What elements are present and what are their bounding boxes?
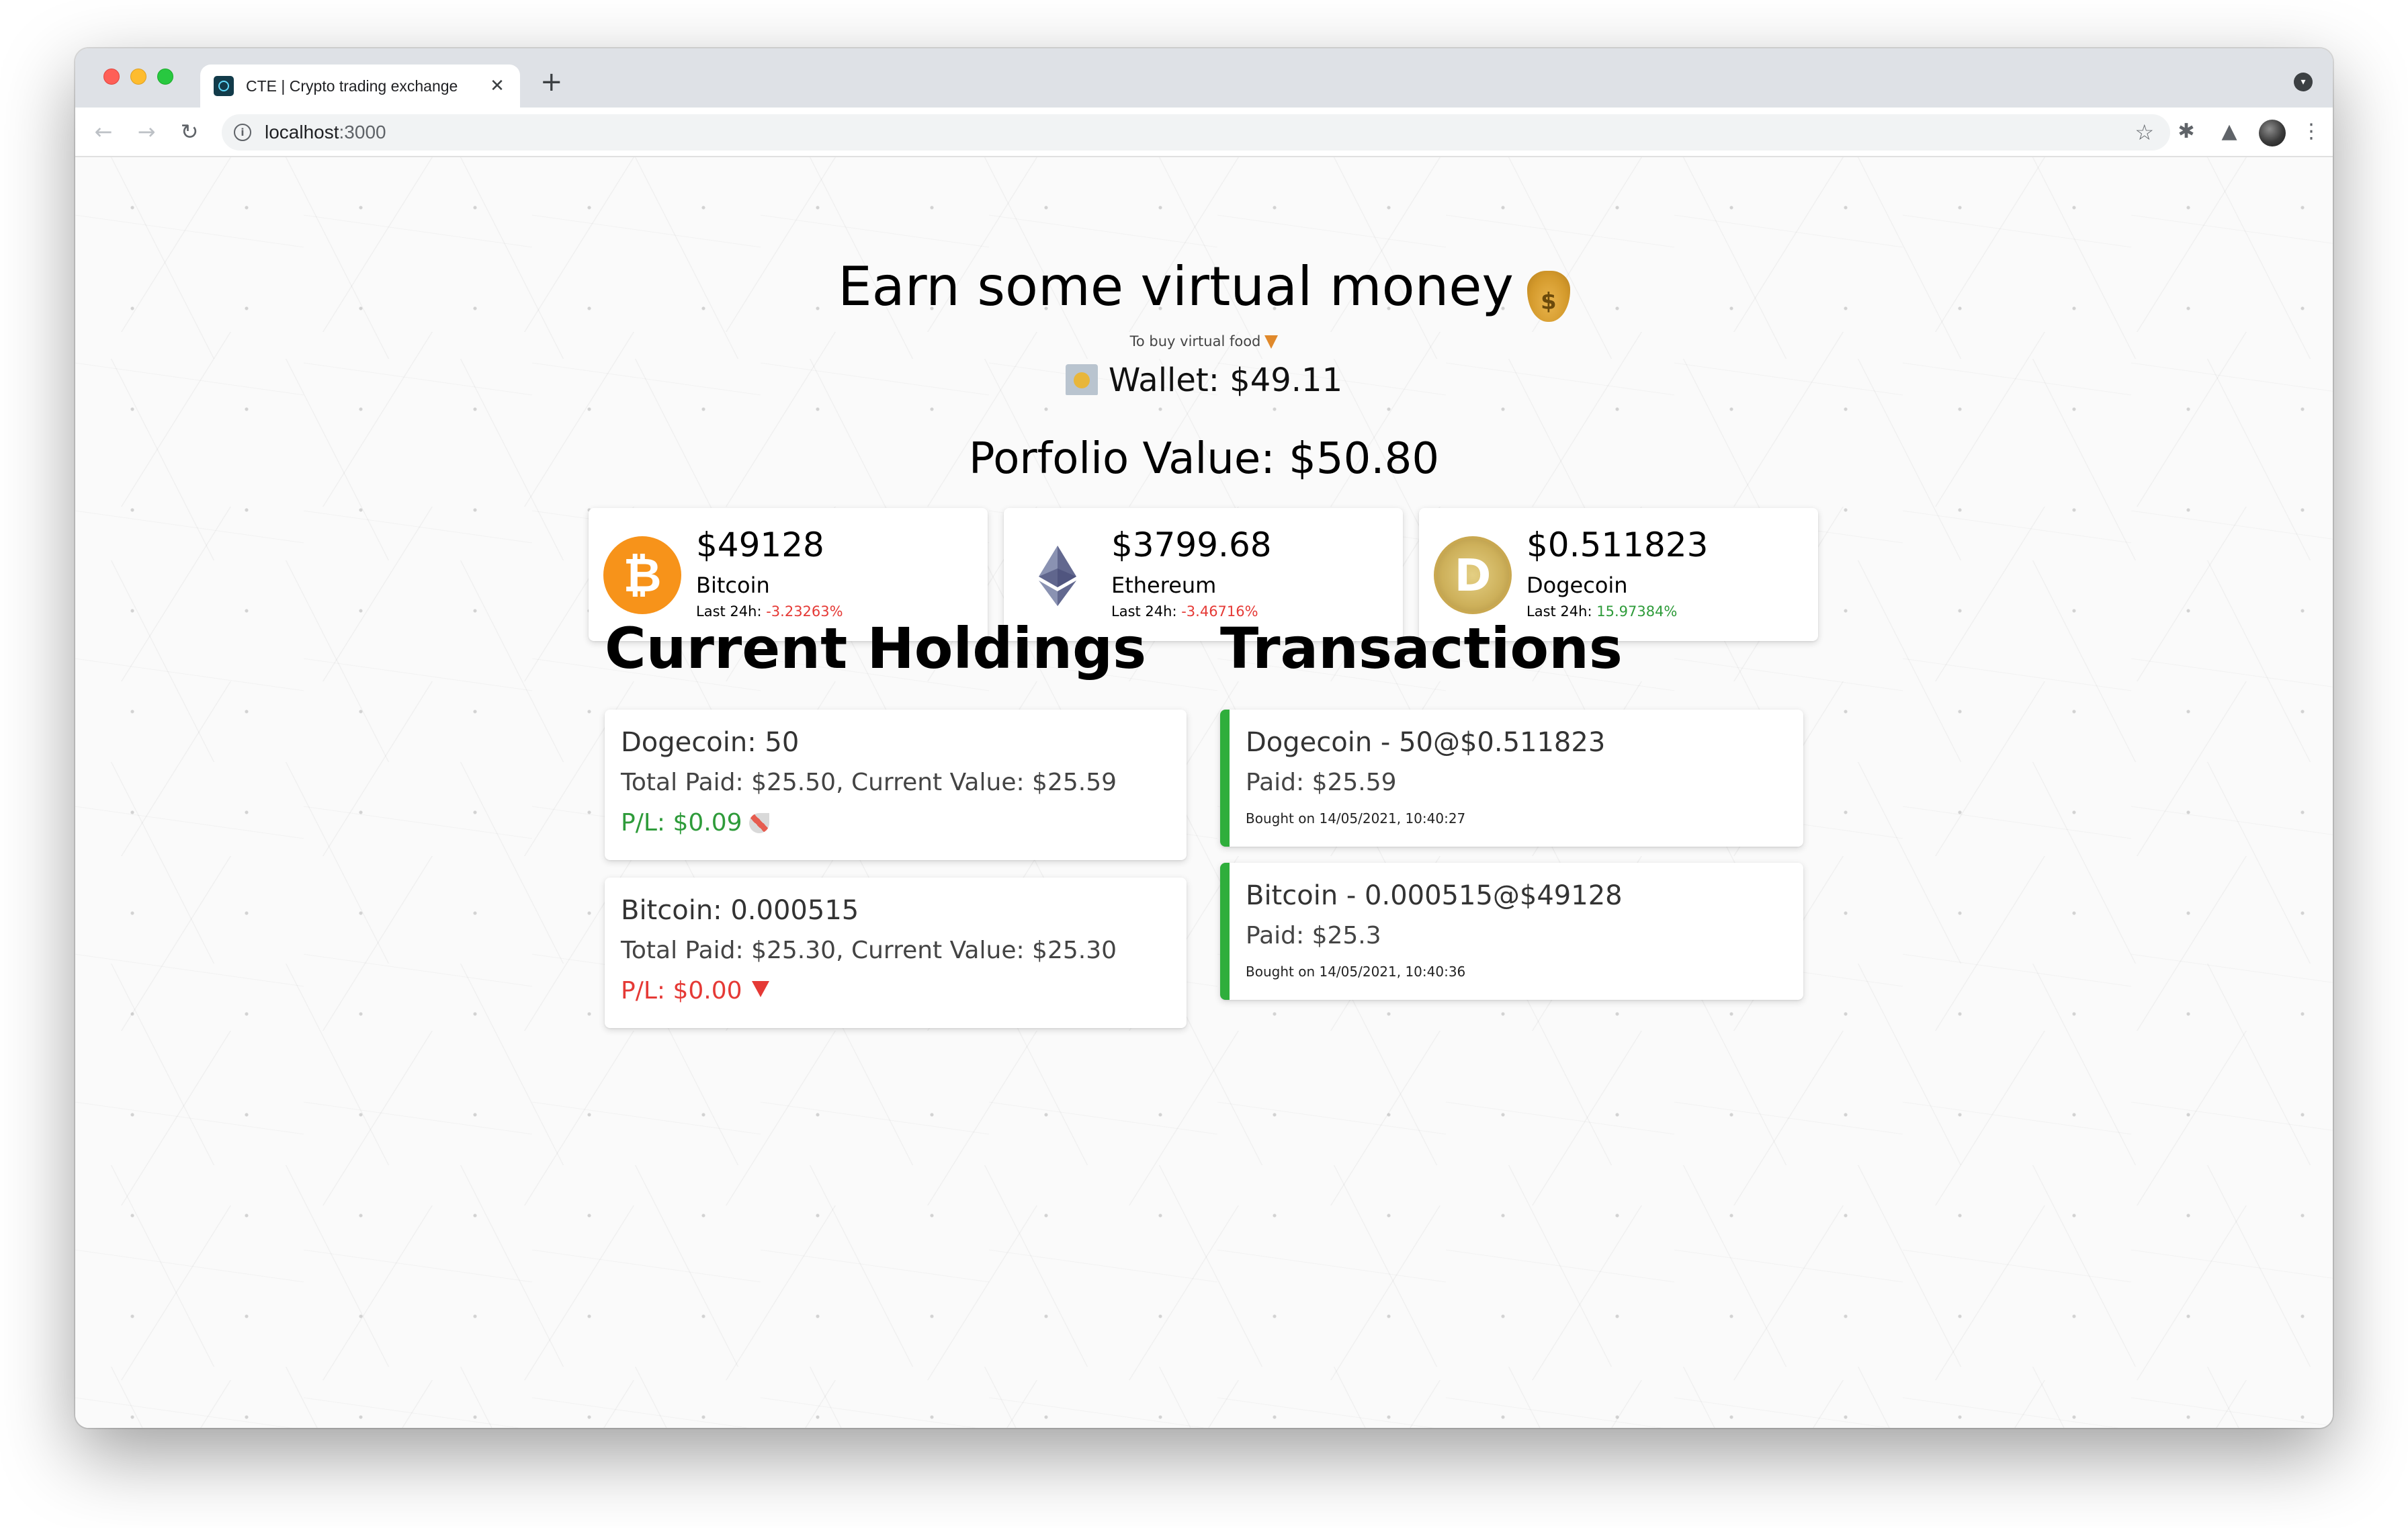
holding-detail: Total Paid: $25.30, Current Value: $25.3… <box>621 937 1117 964</box>
pizza-icon <box>1264 335 1279 349</box>
reload-icon[interactable]: ↻ <box>175 117 204 146</box>
dogecoin-logo-icon: D <box>1434 536 1512 614</box>
page-title: Earn some virtual money $ <box>75 255 2333 322</box>
page-title-text: Earn some virtual money <box>838 255 1514 318</box>
url-text: localhost:3000 <box>265 122 386 143</box>
bank-icon <box>1065 364 1098 395</box>
close-window-button[interactable] <box>103 69 120 85</box>
coin-name: Dogecoin <box>1526 572 1628 598</box>
browser-menu-icon[interactable]: ⋮ <box>2296 117 2326 146</box>
transactions-title: Transactions <box>1220 616 1623 681</box>
extensions-icon[interactable]: ✱ <box>2172 117 2201 146</box>
pl-text: P/L: $0.09 <box>621 809 742 837</box>
browser-window: CTE | Crypto trading exchange ✕ + ▾ ← → … <box>75 48 2333 1428</box>
wallet-text: Wallet: $49.11 <box>1108 362 1343 399</box>
coin-price: $3799.68 <box>1111 525 1272 564</box>
maximize-window-button[interactable] <box>157 69 173 85</box>
labs-flask-icon[interactable]: ▲ <box>2214 117 2244 146</box>
minimize-window-button[interactable] <box>130 69 146 85</box>
bookmark-star-icon[interactable]: ☆ <box>2135 120 2154 145</box>
holding-pl: P/L: $0.00 <box>621 977 769 1005</box>
holdings-title: Current Holdings <box>605 616 1147 681</box>
holding-card: Bitcoin: 0.000515 Total Paid: $25.30, Cu… <box>605 878 1187 1028</box>
browser-toolbar: ← → ↻ i localhost:3000 ☆ ✱ ▲ ⋮ <box>75 108 2333 157</box>
transaction-paid: Paid: $25.3 <box>1246 922 1381 949</box>
browser-tab[interactable]: CTE | Crypto trading exchange ✕ <box>200 65 520 108</box>
address-bar[interactable]: i localhost:3000 ☆ <box>222 114 2170 151</box>
tab-close-icon[interactable]: ✕ <box>488 76 507 96</box>
bitcoin-logo-icon: ₿ <box>603 536 681 614</box>
coin-name: Bitcoin <box>696 572 770 598</box>
tab-title: CTE | Crypto trading exchange <box>246 77 458 95</box>
holding-title: Bitcoin: 0.000515 <box>621 895 859 926</box>
transaction-title: Bitcoin - 0.000515@$49128 <box>1246 880 1623 911</box>
back-icon[interactable]: ← <box>89 117 118 146</box>
holding-title: Dogecoin: 50 <box>621 727 800 758</box>
transaction-date: Bought on 14/05/2021, 10:40:36 <box>1246 964 1466 980</box>
transaction-card: Dogecoin - 50@$0.511823 Paid: $25.59 Bou… <box>1220 710 1803 847</box>
money-bag-icon: $ <box>1526 271 1570 322</box>
url-port: :3000 <box>339 122 386 142</box>
new-tab-button[interactable]: + <box>540 69 563 95</box>
tab-search-icon[interactable]: ▾ <box>2294 73 2313 91</box>
favicon-icon <box>214 76 234 96</box>
forward-icon[interactable]: → <box>132 117 161 146</box>
portfolio-value: Porfolio Value: $50.80 <box>968 434 1440 484</box>
ethereum-logo-icon <box>1039 546 1076 606</box>
title-bar: CTE | Crypto trading exchange ✕ + ▾ <box>75 48 2333 108</box>
page-subtitle: To buy virtual food <box>75 333 2333 349</box>
holding-card: Dogecoin: 50 Total Paid: $25.50, Current… <box>605 710 1187 860</box>
wallet-balance: Wallet: $49.11 <box>75 362 2333 399</box>
holding-pl: P/L: $0.09 <box>621 809 769 837</box>
pl-text: P/L: $0.00 <box>621 977 742 1005</box>
page-content: Earn some virtual money $ To buy virtual … <box>75 157 2333 1428</box>
transaction-title: Dogecoin - 50@$0.511823 <box>1246 727 1606 758</box>
site-info-icon[interactable]: i <box>234 124 251 141</box>
profile-avatar[interactable] <box>2259 120 2286 146</box>
transaction-paid: Paid: $25.59 <box>1246 769 1397 796</box>
rocket-icon <box>748 813 769 833</box>
subtitle-text: To buy virtual food <box>1129 333 1261 349</box>
coin-price: $0.511823 <box>1526 525 1709 564</box>
coin-price: $49128 <box>696 525 824 564</box>
holding-detail: Total Paid: $25.50, Current Value: $25.5… <box>621 769 1117 796</box>
transaction-date: Bought on 14/05/2021, 10:40:27 <box>1246 810 1466 826</box>
url-host: localhost <box>265 122 339 142</box>
red-triangle-down-icon <box>751 981 769 997</box>
coin-name: Ethereum <box>1111 572 1217 598</box>
transaction-card: Bitcoin - 0.000515@$49128 Paid: $25.3 Bo… <box>1220 863 1803 1000</box>
